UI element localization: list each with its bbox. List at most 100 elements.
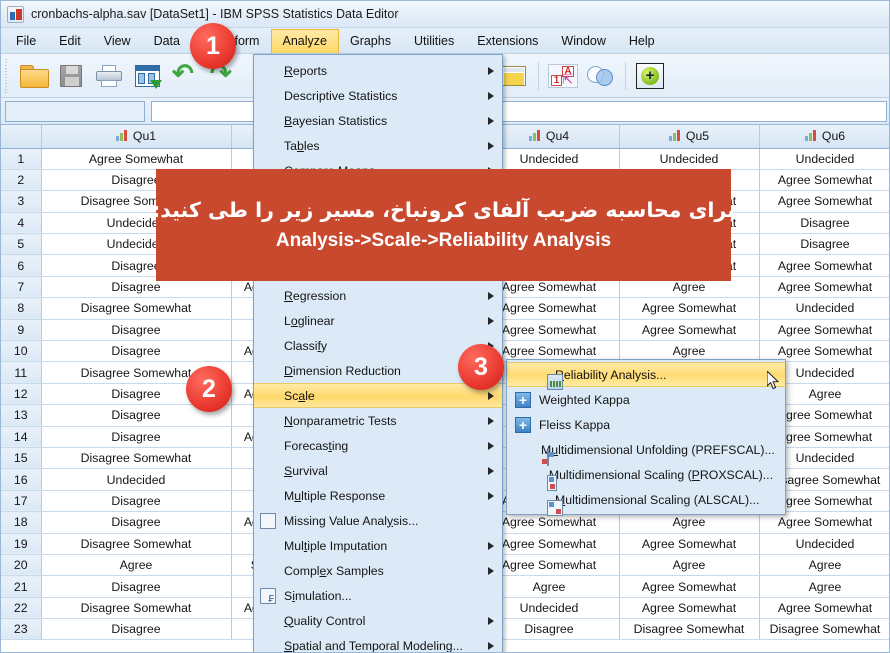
row-number[interactable]: 23 xyxy=(1,618,42,641)
row-number[interactable]: 11 xyxy=(1,361,42,384)
cell-qu5[interactable]: Agree Somewhat xyxy=(619,319,760,342)
cell-reference-box[interactable] xyxy=(5,100,145,122)
scale-submenu-item-weighted-kappa[interactable]: Weighted Kappa xyxy=(507,387,785,412)
row-number[interactable]: 10 xyxy=(1,340,42,363)
split-file-button[interactable] xyxy=(582,57,620,95)
analyze-menu-item-spatial-and-temporal-modeling[interactable]: Spatial and Temporal Modeling... xyxy=(254,633,502,652)
row-number[interactable]: 5 xyxy=(1,233,42,256)
cell-qu6[interactable]: Undecided xyxy=(759,533,889,555)
save-file-button[interactable] xyxy=(52,57,90,95)
cell-qu6[interactable]: Disagree Somewhat xyxy=(759,618,889,641)
row-number[interactable]: 15 xyxy=(1,447,42,470)
toolbar-grip[interactable] xyxy=(3,58,10,93)
row-number[interactable]: 12 xyxy=(1,383,42,406)
cell-qu1[interactable]: Disagree xyxy=(41,575,232,598)
analyze-menu-item-simulation[interactable]: Simulation... xyxy=(254,583,502,608)
row-number[interactable]: 21 xyxy=(1,575,42,598)
cell-qu1[interactable]: Disagree Somewhat xyxy=(41,297,232,320)
cell-qu6[interactable]: Agree xyxy=(759,554,889,577)
analyze-menu-item-nonparametric-tests[interactable]: Nonparametric Tests xyxy=(254,408,502,433)
cell-qu6[interactable]: Agree Somewhat xyxy=(759,597,889,620)
scale-submenu-item-multidimensional-scaling-proxscal[interactable]: Multidimensional Scaling (PROXSCAL)... xyxy=(507,462,785,491)
row-number[interactable]: 22 xyxy=(1,597,42,620)
cell-qu5[interactable]: Undecided xyxy=(619,148,760,170)
menu-graphs[interactable]: Graphs xyxy=(339,29,403,53)
row-number[interactable]: 6 xyxy=(1,254,42,277)
cell-qu1[interactable]: Agree Somewhat xyxy=(41,148,232,170)
cell-qu1[interactable]: Disagree xyxy=(41,490,232,513)
cell-qu1[interactable]: Disagree Somewhat xyxy=(41,447,232,470)
row-number[interactable]: 4 xyxy=(1,212,42,235)
menu-extensions[interactable]: Extensions xyxy=(466,29,550,53)
cell-qu6[interactable]: Agree Somewhat xyxy=(759,169,889,192)
cell-qu5[interactable]: Agree Somewhat xyxy=(619,297,760,320)
cell-qu5[interactable]: Disagree Somewhat xyxy=(619,618,760,641)
row-number[interactable]: 20 xyxy=(1,554,42,577)
scale-submenu-item-fleiss-kappa[interactable]: Fleiss Kappa xyxy=(507,412,785,437)
open-file-button[interactable] xyxy=(14,57,52,95)
menu-help[interactable]: Help xyxy=(618,29,667,53)
row-number[interactable]: 1 xyxy=(1,148,42,170)
menu-analyze[interactable]: Analyze xyxy=(271,28,339,53)
menu-window[interactable]: Window xyxy=(550,29,617,53)
analyze-menu-item-loglinear[interactable]: Loglinear xyxy=(254,308,502,333)
cell-qu1[interactable]: Disagree xyxy=(41,426,232,448)
analyze-menu-item-multiple-response[interactable]: Multiple Response xyxy=(254,483,502,508)
cell-qu5[interactable]: Agree Somewhat xyxy=(619,597,760,620)
analyze-menu-item-descriptive-statistics[interactable]: Descriptive Statistics xyxy=(254,83,502,108)
cell-qu6[interactable]: Agree xyxy=(759,575,889,598)
cell-qu1[interactable]: Disagree Somewhat xyxy=(41,533,232,555)
recall-dialogs-button[interactable] xyxy=(128,57,166,95)
cell-qu1[interactable]: Disagree xyxy=(41,511,232,534)
analyze-menu-item-quality-control[interactable]: Quality Control xyxy=(254,608,502,633)
row-number[interactable]: 19 xyxy=(1,533,42,555)
analyze-menu-item-complex-samples[interactable]: Complex Samples xyxy=(254,558,502,583)
analyze-menu-item-missing-value-analysis[interactable]: Missing Value Analysis... xyxy=(254,508,502,533)
row-number[interactable]: 2 xyxy=(1,169,42,192)
cell-qu1[interactable]: Disagree Somewhat xyxy=(41,597,232,620)
row-number[interactable]: 14 xyxy=(1,426,42,448)
menu-view[interactable]: View xyxy=(93,29,143,53)
column-header-qu6[interactable]: Qu6 xyxy=(759,125,889,149)
scale-submenu-item-reliability-analysis[interactable]: Reliability Analysis... xyxy=(507,362,785,390)
cell-qu1[interactable]: Undecided xyxy=(41,468,232,491)
analyze-menu-item-reports[interactable]: Reports xyxy=(254,58,502,83)
analyze-menu-item-bayesian-statistics[interactable]: Bayesian Statistics xyxy=(254,108,502,133)
insert-case-button[interactable]: + xyxy=(631,57,669,95)
cell-qu1[interactable]: Disagree xyxy=(41,319,232,342)
row-number[interactable]: 16 xyxy=(1,468,42,491)
cell-qu6[interactable]: Agree Somewhat xyxy=(759,319,889,342)
column-header-qu5[interactable]: Qu5 xyxy=(619,125,760,149)
corner-header[interactable] xyxy=(1,125,42,149)
row-number[interactable]: 7 xyxy=(1,276,42,299)
cell-qu6[interactable]: Agree Somewhat xyxy=(759,190,889,213)
analyze-menu-item-forecasting[interactable]: Forecasting xyxy=(254,433,502,458)
row-number[interactable]: 13 xyxy=(1,404,42,427)
cell-qu1[interactable]: Disagree xyxy=(41,618,232,641)
column-header-qu1[interactable]: Qu1 xyxy=(41,125,232,149)
analyze-menu-item-scale[interactable]: Scale xyxy=(254,383,502,408)
cell-qu6[interactable]: Undecided xyxy=(759,148,889,170)
menu-utilities[interactable]: Utilities xyxy=(403,29,466,53)
scale-submenu[interactable]: Reliability Analysis... Weighted Kappa Fle… xyxy=(506,359,786,516)
row-number[interactable]: 3 xyxy=(1,190,42,213)
menu-edit[interactable]: Edit xyxy=(48,29,93,53)
cell-qu5[interactable]: Agree Somewhat xyxy=(619,533,760,555)
scale-submenu-item-multidimensional-scaling-alscal[interactable]: Multidimensional Scaling (ALSCAL)... xyxy=(507,487,785,516)
row-number[interactable]: 17 xyxy=(1,490,42,513)
cell-qu6[interactable]: Agree Somewhat xyxy=(759,254,889,277)
analyze-menu-item-regression[interactable]: Regression xyxy=(254,283,502,308)
analyze-menu-item-survival[interactable]: Survival xyxy=(254,458,502,483)
cell-qu5[interactable]: Agree Somewhat xyxy=(619,575,760,598)
cell-qu6[interactable]: Agree Somewhat xyxy=(759,276,889,299)
row-number[interactable]: 8 xyxy=(1,297,42,320)
cell-qu1[interactable]: Disagree xyxy=(41,340,232,363)
analyze-menu-item-tables[interactable]: Tables xyxy=(254,133,502,158)
row-number[interactable]: 9 xyxy=(1,319,42,342)
cell-qu5[interactable]: Agree xyxy=(619,554,760,577)
cell-qu6[interactable]: Undecided xyxy=(759,297,889,320)
cell-qu6[interactable]: Disagree xyxy=(759,233,889,256)
menu-file[interactable]: File xyxy=(5,29,48,53)
cell-qu6[interactable]: Disagree xyxy=(759,212,889,235)
print-button[interactable] xyxy=(90,57,128,95)
